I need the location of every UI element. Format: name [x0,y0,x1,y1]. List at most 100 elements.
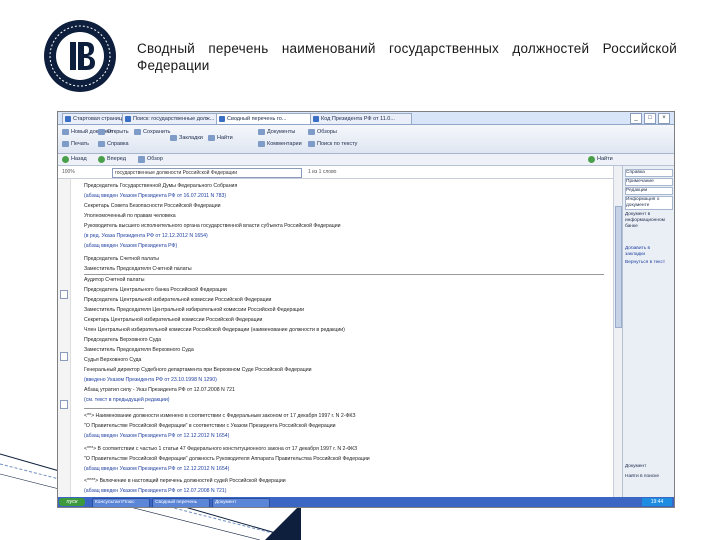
document-line: Заместитель Председателя Центральной изб… [84,307,305,313]
document-line[interactable]: (в ред. Указа Президента РФ от 12.12.201… [84,232,604,240]
text-search-button[interactable]: Поиск по тексту [308,140,357,148]
comments-button[interactable]: Комментарии [258,140,302,148]
back-arrow-icon [62,156,69,163]
save-button[interactable]: Сохранить [134,128,170,136]
search-icon [125,116,131,122]
bookmarks-button[interactable]: Закладки [170,134,203,142]
section-divider [84,274,604,275]
forward-button[interactable]: Вперед [98,155,126,164]
document-line: Заместитель Председателя Счетной палаты [84,266,192,272]
new-document-icon [62,129,69,135]
right-info-panel: Справка Примечание Редакции Информация о… [622,166,674,497]
documents-button[interactable]: Документы [258,128,295,136]
document-line[interactable]: (введено Указом Президента РФ от 23.10.1… [84,376,604,384]
windows-taskbar: пуск КонсультантПлюс Сводный перечень До… [58,497,674,507]
forward-arrow-icon [588,156,595,163]
bookmark-icon [170,135,177,141]
panel-doc-label: Документ [625,464,647,469]
slide-title: Сводный перечень наименований государств… [137,41,677,73]
text-search-icon [308,141,315,147]
close-button[interactable]: × [658,113,670,124]
panel-link-return[interactable]: Вернуться в текст [625,260,671,266]
tab-start[interactable]: Стартовая страница [62,113,130,124]
comment-icon [258,141,265,147]
back-button[interactable]: Назад [62,155,87,164]
open-button[interactable]: Открыть [98,128,129,136]
document-line: Секретарь Совета Безопасности Российской… [84,203,221,209]
document-line: Абзац утратил силу - Указ Президента РФ … [84,387,235,393]
document-icon [313,116,319,122]
legal-database-window: Стартовая страница Поиск: государственны… [57,111,675,508]
document-line: "О Правительстве Российской Федерации" д… [84,456,370,462]
document-icon [219,116,225,122]
document-line: Член Центральной избирательной комиссии … [84,327,345,333]
minimize-button[interactable]: _ [630,113,642,124]
panel-link-bookmark[interactable]: Добавить в закладки [625,246,671,258]
overview-button[interactable]: Обзор [138,155,163,164]
help-icon [98,141,105,147]
overview-icon [138,156,145,163]
folder-icon [98,129,105,135]
panel-item-info[interactable]: Информация о документе [625,196,673,210]
document-gutter [58,179,71,497]
document-line: Руководитель высшего исполнительного орг… [84,223,341,229]
tab-document-active[interactable]: Сводный перечень го... [216,113,318,124]
tab-search[interactable]: Поиск: государственные долж... [122,113,224,124]
print-button[interactable]: Печать [62,140,89,148]
document-line[interactable]: (абзац введен Указом Президента РФ от 12… [84,432,604,440]
start-button[interactable]: пуск [59,498,85,506]
document-body: Председатель Государственной Думы Федера… [58,179,613,497]
note-marker-icon[interactable] [60,400,68,409]
footnote-divider [84,408,144,409]
system-clock: 19:44 [642,498,672,506]
reviews-button[interactable]: Обзоры [308,128,337,136]
document-search-row: государственные должности Российской Фед… [58,166,613,179]
document-line: Секретарь Центральной избирательной коми… [84,317,263,323]
note-marker-icon[interactable] [60,290,68,299]
magnifier-icon [208,135,215,141]
document-line[interactable]: (абзац введен Указом Президента РФ от 16… [84,192,604,200]
document-line: Судья Верховного Суда [84,357,142,363]
taskbar-button[interactable]: Сводный перечень [152,498,210,507]
find-nav-button[interactable]: Найти [588,155,613,164]
document-line: <**> Наименование должности изменено в с… [84,413,356,419]
document-line: Председатель Верховного Суда [84,337,162,343]
panel-item-note[interactable]: Примечание [625,178,673,186]
document-line[interactable]: (абзац введен Указом Президента РФ) [84,242,604,250]
panel-item-help[interactable]: Справка [625,169,673,177]
home-icon [65,116,71,122]
documents-icon [258,129,265,135]
document-line[interactable]: (см. текст в предыдущей редакции) [84,396,604,404]
document-line: "О Правительстве Российской Федерации" в… [84,423,336,429]
toolbar-ribbon: Новый документ Открыть Сохранить Печать … [58,125,674,154]
document-line: Председатель Счетной палаты [84,256,159,262]
document-search-input[interactable]: государственные должности Российской Фед… [112,168,302,178]
university-seal-icon [44,20,116,92]
taskbar-button[interactable]: Документ [212,498,270,507]
tab-decree[interactable]: Код Президента РФ от 11.0... [310,113,412,124]
document-line: Аудитор Счетной палаты [84,277,145,283]
panel-item-editions[interactable]: Редакции [625,187,673,195]
help-button[interactable]: Справка [98,140,129,148]
navigation-bar: Назад Вперед Обзор Найти [58,154,674,166]
find-button[interactable]: Найти [208,134,233,142]
taskbar-button[interactable]: КонсультантПлюс [92,498,150,507]
browser-tab-bar: Стартовая страница Поиск: государственны… [58,112,674,125]
document-line: Генеральный директор Судебного департаме… [84,367,312,373]
review-icon [308,129,315,135]
forward-arrow-icon [98,156,105,163]
document-line[interactable]: (абзац введен Указом Президента РФ от 12… [84,487,604,495]
panel-find-label: Найти в поиске [625,474,660,479]
scrollbar-thumb[interactable] [615,206,622,328]
document-line: Председатель Центрального банка Российск… [84,287,227,293]
document-line[interactable]: (абзац введен Указом Президента РФ от 12… [84,465,604,473]
vertical-scrollbar[interactable] [613,166,622,497]
document-line: Председатель Государственной Думы Федера… [84,183,238,189]
maximize-button[interactable]: □ [644,113,656,124]
print-icon [62,141,69,147]
zoom-level[interactable]: 100% [62,168,75,176]
panel-item-bank: Документ в информационном банке [625,212,665,229]
save-icon [134,129,141,135]
decorative-triangle [265,504,301,540]
note-marker-icon[interactable] [60,352,68,361]
